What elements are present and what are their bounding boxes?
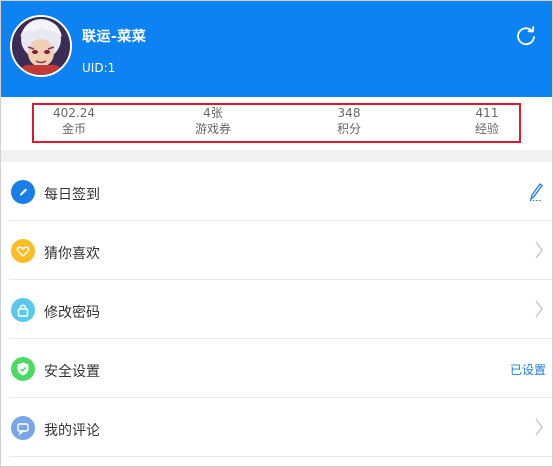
stat-label: 积分: [336, 122, 361, 136]
pencil-icon: [11, 180, 35, 204]
stat-label: 游戏券: [194, 122, 231, 136]
menu-item-my-comments[interactable]: 我的评论: [9, 398, 552, 457]
profile-header: 联运-菜菜 UID:1: [1, 1, 552, 97]
stat-label: 金币: [61, 122, 86, 136]
refresh-icon[interactable]: [515, 25, 537, 47]
heart-icon: [11, 239, 35, 263]
profile-page: 联运-菜菜 UID:1 402.24 金币 4张 游戏券 348 积分 411 …: [0, 0, 553, 467]
menu-list: 每日签到 猜你喜欢 修改密码 安全设置 已设置 我的评论: [1, 162, 552, 457]
menu-item-recommendations[interactable]: 猜你喜欢: [9, 221, 552, 280]
shield-icon: [11, 357, 35, 381]
menu-item-security-settings[interactable]: 安全设置 已设置: [9, 339, 552, 398]
user-id: UID:1: [82, 61, 116, 75]
stat-coins[interactable]: 402.24 金币: [34, 106, 114, 137]
menu-item-label: 我的评论: [44, 423, 100, 439]
username: 联运-菜菜: [82, 29, 147, 45]
stat-label: 经验: [474, 122, 499, 136]
menu-item-label: 猜你喜欢: [44, 246, 100, 262]
avatar[interactable]: [10, 15, 72, 77]
menu-item-daily-checkin[interactable]: 每日签到: [9, 162, 552, 221]
menu-item-label: 修改密码: [44, 305, 100, 321]
stat-value: 348: [337, 106, 361, 120]
stat-points[interactable]: 348 积分: [309, 106, 389, 137]
menu-item-label: 安全设置: [44, 364, 100, 380]
comment-icon: [11, 416, 35, 440]
stat-experience[interactable]: 411 经验: [447, 106, 527, 137]
chevron-right-icon[interactable]: [534, 239, 544, 265]
stat-value: 4张: [203, 106, 223, 120]
stat-game-vouchers[interactable]: 4张 游戏券: [173, 106, 253, 137]
lock-icon: [11, 298, 35, 322]
stats-bar: 402.24 金币 4张 游戏券 348 积分 411 经验: [1, 97, 552, 150]
section-divider: [1, 150, 552, 162]
menu-item-label: 每日签到: [44, 187, 100, 203]
status-badge: 已设置: [509, 363, 546, 377]
chevron-right-icon[interactable]: [534, 298, 544, 324]
stat-value: 402.24: [53, 106, 95, 120]
stat-value: 411: [475, 106, 499, 120]
edit-icon[interactable]: [528, 180, 544, 206]
menu-item-change-password[interactable]: 修改密码: [9, 280, 552, 339]
chevron-right-icon[interactable]: [534, 416, 544, 442]
